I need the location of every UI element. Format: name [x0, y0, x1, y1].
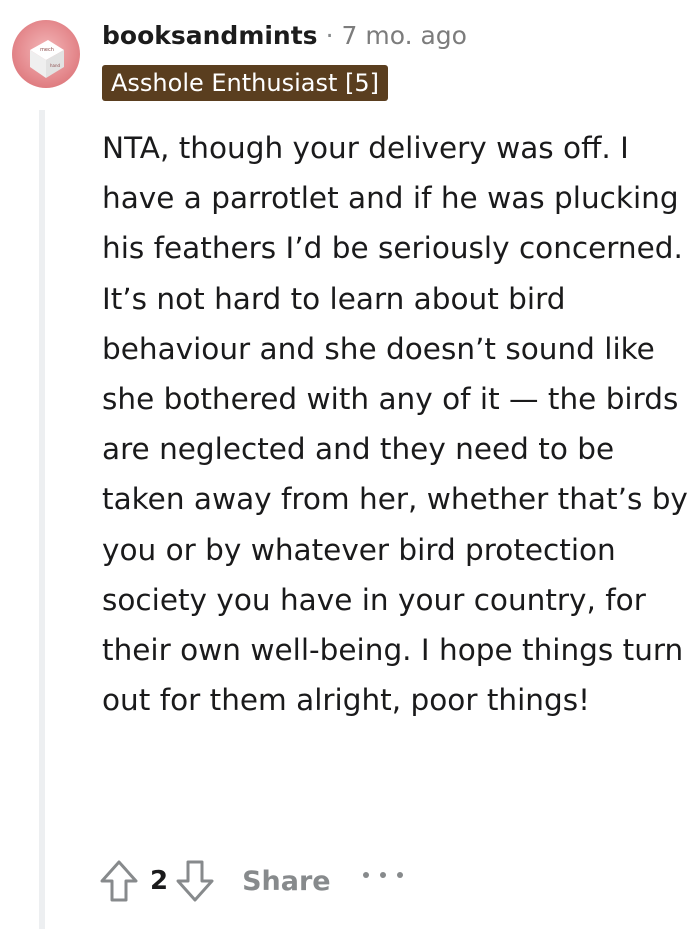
thread-line[interactable]	[39, 110, 45, 929]
comment-header: booksandmints · 7 mo. ago	[102, 16, 467, 54]
comment-actions: 2 Share	[96, 855, 403, 907]
svg-text:mech: mech	[40, 47, 54, 53]
vote-score: 2	[150, 866, 169, 896]
username[interactable]: booksandmints	[102, 21, 318, 50]
more-dots-icon	[379, 872, 386, 878]
avatar[interactable]: mech hand	[12, 20, 80, 88]
downvote-arrow-icon	[176, 860, 214, 902]
share-button[interactable]: Share	[242, 866, 331, 897]
comment: mech hand booksandmints · 7 mo. ago Assh…	[0, 0, 700, 929]
dice-avatar-icon: mech hand	[30, 40, 64, 78]
more-options-button[interactable]	[362, 865, 403, 885]
more-dots-icon	[396, 872, 403, 878]
user-flair: Asshole Enthusiast [5]	[102, 65, 389, 101]
svg-text:hand: hand	[50, 63, 61, 68]
separator-dot: ·	[325, 20, 334, 50]
downvote-button[interactable]	[172, 858, 218, 904]
upvote-button[interactable]	[96, 858, 142, 904]
upvote-arrow-icon	[100, 860, 138, 902]
comment-body: NTA, though your delivery was off. I hav…	[102, 131, 688, 718]
timestamp[interactable]: 7 mo. ago	[342, 21, 467, 50]
more-dots-icon	[362, 872, 369, 878]
